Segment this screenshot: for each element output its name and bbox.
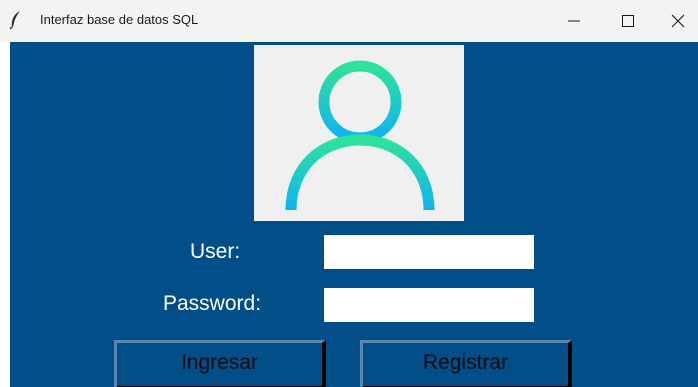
user-icon: [285, 60, 435, 211]
avatar: [254, 45, 464, 221]
maximize-button[interactable]: [604, 0, 652, 42]
maximize-icon: [622, 15, 634, 27]
minimize-button[interactable]: [550, 0, 598, 42]
user-label: User:: [190, 240, 241, 263]
register-button[interactable]: Registrar: [360, 340, 572, 387]
title-bar[interactable]: Interfaz base de datos SQL: [0, 0, 698, 42]
user-input[interactable]: [324, 235, 534, 269]
close-button[interactable]: [654, 0, 698, 42]
window-title: Interfaz base de datos SQL: [40, 12, 199, 27]
minimize-icon: [568, 20, 580, 22]
login-button[interactable]: Ingresar: [114, 340, 326, 387]
password-label: Password:: [163, 292, 262, 315]
login-panel: User: Password: Ingresar Registrar: [10, 42, 698, 387]
close-icon: [671, 14, 685, 28]
password-input[interactable]: [324, 288, 534, 322]
app-window: Interfaz base de datos SQL User: Passwor…: [0, 0, 698, 387]
feather-icon: [8, 10, 24, 30]
